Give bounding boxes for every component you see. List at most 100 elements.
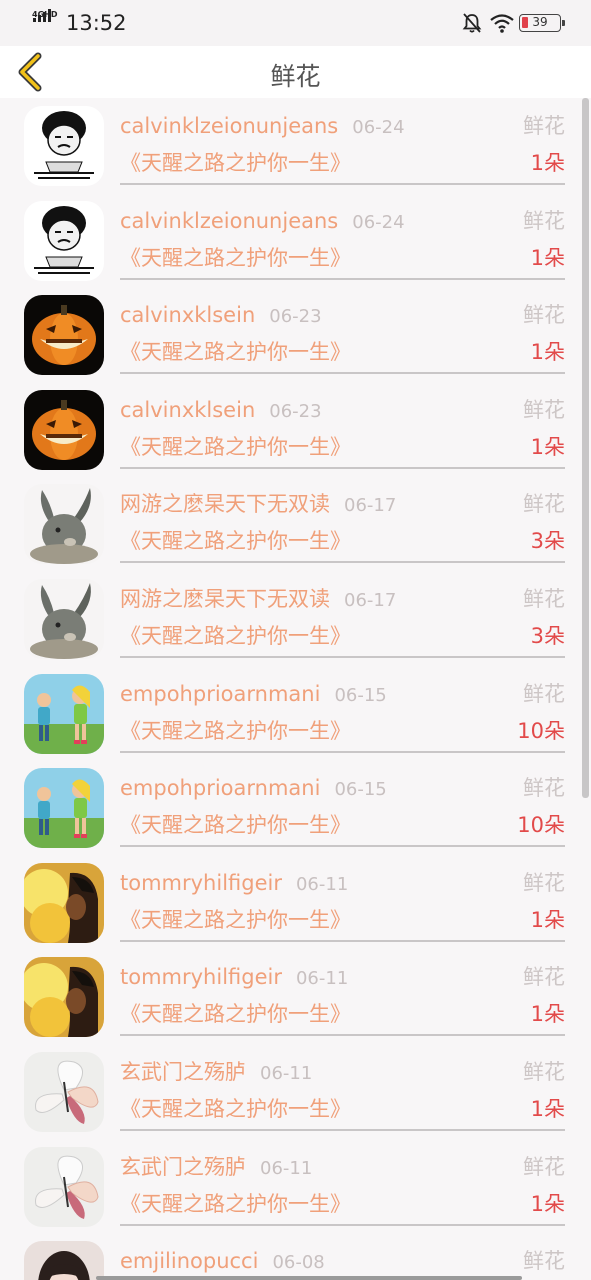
book-title[interactable]: 《天醒之路之护你一生》: [120, 621, 351, 651]
date: 06-08: [272, 1252, 325, 1274]
rabbit-avatar[interactable]: [24, 484, 104, 565]
girl-avatar[interactable]: [24, 1241, 104, 1280]
list-item[interactable]: calvinklzeionunjeans 06-24 鲜花 《天醒之路之护你一生》 1朵: [0, 98, 591, 193]
username-line: 网游之麽杲天下无双读 06-17: [120, 585, 396, 615]
list-item[interactable]: 玄武门之殇胪 06-11 鲜花 《天醒之路之护你一生》 1朵: [0, 1044, 591, 1139]
row-divider: [120, 1223, 565, 1226]
date: 06-24: [352, 211, 405, 233]
book-title[interactable]: 《天醒之路之护你一生》: [120, 243, 351, 273]
scrollbar[interactable]: [582, 98, 589, 798]
gift-type: 鲜花: [523, 1154, 565, 1179]
flower-gift-list[interactable]: calvinklzeionunjeans 06-24 鲜花 《天醒之路之护你一生》 1朵…: [0, 98, 591, 1280]
username[interactable]: calvinklzeionunjeans: [120, 209, 338, 233]
list-item[interactable]: calvinklzeionunjeans 06-24 鲜花 《天醒之路之护你一生》 1朵: [0, 193, 591, 288]
date: 06-11: [295, 873, 349, 895]
list-item[interactable]: emjilinopucci 06-08 鲜花: [0, 1233, 591, 1280]
butterfly-avatar[interactable]: [24, 1146, 104, 1227]
username[interactable]: 网游之麽杲天下无双读: [120, 587, 330, 611]
book-title[interactable]: 《天醒之路之护你一生》: [120, 1189, 351, 1219]
list-item[interactable]: empohprioarnmani 06-15 鲜花 《天醒之路之护你一生》 10朵: [0, 760, 591, 855]
date: 06-24: [352, 117, 405, 138]
book-title[interactable]: 《天醒之路之护你一生》: [120, 716, 351, 746]
username[interactable]: empohprioarnmani: [120, 776, 320, 800]
gift-type: 鲜花: [523, 681, 565, 706]
home-indicator[interactable]: [96, 1276, 522, 1280]
username[interactable]: calvinklzeionunjeans: [120, 114, 338, 138]
flower-count: 10朵: [517, 813, 565, 838]
username[interactable]: 玄武门之殇胪: [120, 1155, 246, 1179]
username-line: 玄武门之殇胪 06-11: [120, 1058, 312, 1088]
username[interactable]: calvinxklsein: [120, 303, 255, 327]
battery-icon: 39: [519, 14, 565, 32]
book-title[interactable]: 《天醒之路之护你一生》: [120, 999, 351, 1029]
flower-count: 3朵: [530, 529, 565, 554]
rabbit-avatar[interactable]: [24, 579, 104, 659]
username[interactable]: 玄武门之殇胪: [120, 1060, 246, 1084]
gift-type: 鲜花: [523, 965, 565, 990]
gift-type: 鲜花: [523, 870, 565, 895]
date: 06-17: [344, 590, 397, 611]
list-item[interactable]: 网游之麽杲天下无双读 06-17 鲜花 《天醒之路之护你一生》 3朵: [0, 476, 591, 571]
username-line: 玄武门之殇胪 06-11: [120, 1153, 312, 1183]
flower-count: 1朵: [530, 434, 565, 459]
book-title[interactable]: 《天醒之路之护你一生》: [120, 526, 351, 556]
book-title[interactable]: 《天醒之路之护你一生》: [120, 148, 351, 178]
row-divider: [120, 561, 565, 564]
gift-type: 鲜花: [523, 492, 565, 517]
flower-count: 1朵: [530, 1002, 565, 1027]
battery-level: 39: [532, 15, 548, 29]
list-item[interactable]: calvinxklsein 06-23 鲜花《天醒之路之护你一生》 1朵: [0, 382, 591, 477]
date: 06-23: [269, 306, 322, 328]
meme-face-avatar[interactable]: [24, 200, 104, 281]
book-title[interactable]: 《天醒之路之护你一生》: [120, 1094, 351, 1124]
pumpkin-avatar[interactable]: [24, 295, 104, 376]
gift-type: 鲜花: [523, 1249, 565, 1274]
username[interactable]: 网游之麽杲天下无双读: [120, 492, 330, 516]
butterfly-avatar[interactable]: [24, 1052, 104, 1132]
flower-count: 1朵: [530, 340, 565, 365]
row-divider: [120, 845, 565, 848]
list-item[interactable]: tommryhilfigeir 06-11 鲜花《天醒之路之护你一生》 1朵: [0, 855, 591, 950]
username-line: calvinklzeionunjeans 06-24: [120, 207, 405, 237]
username[interactable]: calvinxklsein: [120, 398, 255, 422]
row-divider: [120, 183, 565, 185]
username[interactable]: empohprioarnmani: [120, 682, 320, 706]
flower-count: 3朵: [530, 624, 565, 648]
username[interactable]: tommryhilfigeir: [120, 965, 282, 989]
signal-icon: 4GHD: [32, 9, 60, 32]
row-divider: [120, 466, 565, 469]
flower-count: 1朵: [530, 1097, 565, 1121]
flower-count: 1朵: [530, 151, 565, 175]
book-title[interactable]: 《天醒之路之护你一生》: [120, 810, 351, 840]
list-item[interactable]: 网游之麽杲天下无双读 06-17 鲜花 《天醒之路之护你一生》 3朵: [0, 571, 591, 666]
username-line: emjilinopucci 06-08: [120, 1247, 325, 1277]
meme-face-avatar[interactable]: [24, 106, 104, 186]
fire-face-avatar[interactable]: [24, 862, 104, 943]
row-divider: [120, 372, 565, 375]
pumpkin-avatar[interactable]: [24, 389, 104, 470]
row-divider: [120, 656, 565, 658]
book-title[interactable]: 《天醒之路之护你一生》: [120, 432, 351, 462]
gift-type: 鲜花: [523, 397, 565, 422]
book-title[interactable]: 《天醒之路之护你一生》: [120, 337, 351, 367]
list-item[interactable]: empohprioarnmani 06-15 鲜花 《天醒之路之护你一生》 10朵: [0, 666, 591, 761]
status-time: 13:52: [66, 11, 127, 35]
username[interactable]: tommryhilfigeir: [120, 871, 282, 895]
row-divider: [120, 1034, 565, 1037]
wifi-icon: [490, 14, 514, 33]
date: 06-11: [295, 968, 349, 990]
date: 06-23: [269, 400, 322, 422]
username-line: calvinxklsein 06-23: [120, 396, 322, 426]
flower-count: 1朵: [530, 1191, 565, 1216]
list-item[interactable]: tommryhilfigeir 06-11 鲜花《天醒之路之护你一生》 1朵: [0, 949, 591, 1044]
book-title[interactable]: 《天醒之路之护你一生》: [120, 905, 351, 935]
fire-face-avatar[interactable]: [24, 957, 104, 1038]
list-item[interactable]: 玄武门之殇胪 06-11 鲜花《天醒之路之护你一生》 1朵: [0, 1139, 591, 1234]
username[interactable]: emjilinopucci: [120, 1249, 258, 1273]
flower-count: 1朵: [530, 907, 565, 932]
page-title: 鲜花: [270, 62, 321, 91]
username-line: calvinklzeionunjeans 06-24: [120, 112, 405, 142]
cartoon-kids-avatar[interactable]: [24, 768, 104, 849]
list-item[interactable]: calvinxklsein 06-23 鲜花 《天醒之路之护你一生》 1朵: [0, 287, 591, 382]
cartoon-kids-avatar[interactable]: [24, 673, 104, 754]
